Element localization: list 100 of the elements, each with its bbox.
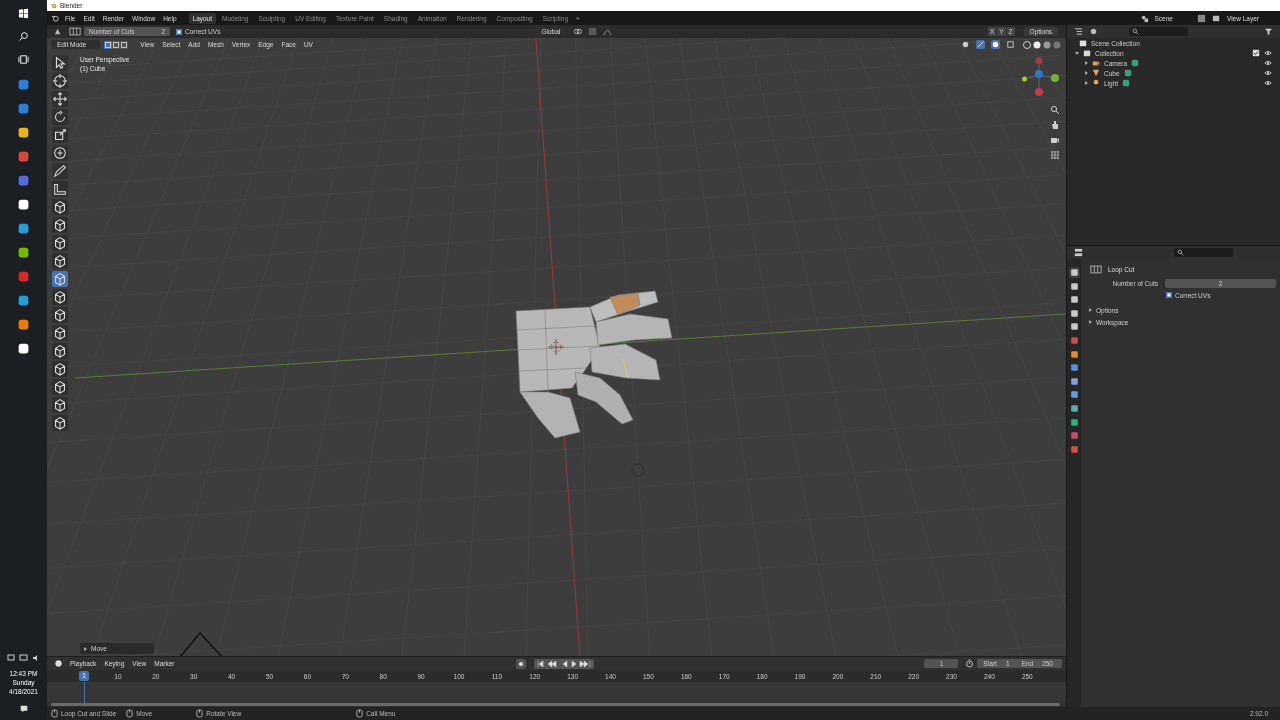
scene-icon[interactable]: [1139, 13, 1149, 23]
cube-tool-icon[interactable]: [52, 307, 68, 323]
record-button[interactable]: [516, 658, 527, 669]
editor-type-icon[interactable]: [1074, 27, 1083, 36]
cube-tool-icon[interactable]: [52, 415, 68, 431]
hand-icon[interactable]: [1050, 120, 1060, 130]
search-icon[interactable]: [18, 31, 29, 42]
mouse-icon: [196, 709, 204, 718]
properties-tab-icon[interactable]: [1068, 402, 1080, 414]
edge-select-icon[interactable]: [112, 40, 121, 49]
shading-mode-icons[interactable]: [1022, 39, 1062, 50]
cube-tool-icon[interactable]: [52, 235, 68, 251]
3d-cursor-icon: [547, 338, 565, 356]
proportional-edit-icon[interactable]: [603, 27, 613, 36]
rotate-icon[interactable]: [52, 109, 68, 125]
camera-icon: [1092, 59, 1100, 67]
gizmo-toggle-icon[interactable]: [976, 40, 985, 49]
properties-tab-icon[interactable]: [1068, 321, 1080, 333]
scale-icon[interactable]: [52, 127, 68, 143]
eye-icon[interactable]: [1264, 49, 1272, 57]
pencil-icon[interactable]: [52, 163, 68, 179]
properties-tab-icon[interactable]: [1068, 348, 1080, 360]
checkbox[interactable]: [176, 28, 182, 35]
cursor-icon[interactable]: [52, 73, 68, 89]
ruler-icon[interactable]: [52, 181, 68, 197]
cube-tool-icon[interactable]: [52, 379, 68, 395]
move-icon[interactable]: [52, 91, 68, 107]
hand-mesh-drawing[interactable]: [515, 290, 673, 439]
notification-icon[interactable]: [18, 704, 29, 714]
light-data-icon[interactable]: [1122, 79, 1131, 87]
app-icon[interactable]: [17, 246, 30, 259]
properties-tab-icon[interactable]: [1068, 267, 1080, 278]
eye-icon[interactable]: [1264, 59, 1272, 67]
transform-icon[interactable]: [52, 145, 68, 161]
link-icon[interactable]: [573, 27, 583, 36]
exclude-checkbox[interactable]: [1252, 49, 1260, 57]
filter-icon[interactable]: [1264, 27, 1273, 36]
search-icon: [1177, 249, 1184, 256]
cube-tool-icon[interactable]: [52, 199, 68, 215]
windows-logo-icon[interactable]: [18, 8, 29, 19]
properties-tab-icon[interactable]: [1068, 362, 1080, 374]
overlay-toggle-icon[interactable]: [991, 40, 1000, 49]
xray-icon[interactable]: [1006, 40, 1015, 49]
expand-toggle[interactable]: [1075, 51, 1079, 55]
app-icon[interactable]: [17, 126, 30, 139]
loop-cut-icon: [69, 27, 81, 36]
search-field[interactable]: [1174, 248, 1233, 257]
cube-tool-icon[interactable]: [52, 325, 68, 341]
display-mode-icon[interactable]: [1089, 27, 1098, 36]
blender-logo-icon[interactable]: [51, 14, 59, 22]
face-select-icon[interactable]: [120, 40, 129, 49]
search-field[interactable]: [1129, 27, 1188, 36]
expand-toggle[interactable]: [1085, 61, 1088, 65]
mesh-data-icon[interactable]: [1123, 69, 1132, 77]
new-scene-icon[interactable]: [1196, 13, 1206, 23]
properties-tab-icon[interactable]: [1068, 280, 1080, 292]
mouse-icon: [356, 709, 364, 718]
expand-toggle[interactable]: [1085, 81, 1088, 85]
mouse-icon: [51, 709, 58, 718]
cube-tool-icon[interactable]: [52, 343, 68, 359]
light-icon: [1092, 79, 1100, 87]
playback-controls[interactable]: [534, 658, 595, 669]
properties-tab-icon[interactable]: [1068, 389, 1080, 401]
mesh-icon: [1092, 69, 1100, 77]
grid-icon[interactable]: [1050, 150, 1060, 160]
zoom-icon[interactable]: [1050, 105, 1060, 115]
loop-cut-icon: [1090, 264, 1102, 274]
clock-icon[interactable]: [54, 659, 63, 669]
cube-tool-icon[interactable]: [52, 397, 68, 413]
app-icon[interactable]: [17, 198, 30, 211]
scene-collection-icon: [1079, 39, 1087, 47]
properties-tab-icon[interactable]: [1068, 375, 1080, 387]
cube-tool-icon[interactable]: [52, 253, 68, 269]
camera-data-icon[interactable]: [1131, 59, 1140, 67]
expand-toggle[interactable]: [1085, 71, 1088, 75]
view-object-icon[interactable]: [961, 40, 970, 49]
stopwatch-icon[interactable]: [965, 659, 975, 669]
cube-tool-icon[interactable]: [52, 289, 68, 305]
cube-tool-icon[interactable]: [52, 361, 68, 377]
expand-toggle[interactable]: [1089, 308, 1092, 312]
eye-icon[interactable]: [1264, 79, 1272, 87]
properties-tab-icon[interactable]: [1068, 294, 1080, 306]
editor-type-icon[interactable]: [1074, 248, 1083, 257]
mouse-icon: [126, 709, 134, 718]
app-icon[interactable]: [17, 318, 30, 331]
camera-icon[interactable]: [1050, 135, 1060, 145]
vertex-select-icon[interactable]: [104, 40, 113, 49]
select-arrow-icon[interactable]: [52, 55, 68, 71]
expand-toggle[interactable]: [1089, 320, 1092, 324]
app-icon[interactable]: [17, 342, 30, 355]
properties-tab-icon[interactable]: [1068, 307, 1080, 319]
task-view-icon[interactable]: [18, 54, 29, 65]
checkbox[interactable]: [1166, 292, 1172, 298]
layer-icon[interactable]: [1211, 13, 1221, 23]
eye-icon[interactable]: [1264, 69, 1272, 77]
collection-icon: [1083, 49, 1091, 57]
cube-tool-icon[interactable]: [52, 217, 68, 233]
navigation-gizmo[interactable]: [1022, 55, 1062, 97]
properties-tab-icon[interactable]: [1068, 416, 1080, 428]
editor-type-icon[interactable]: [54, 27, 63, 36]
